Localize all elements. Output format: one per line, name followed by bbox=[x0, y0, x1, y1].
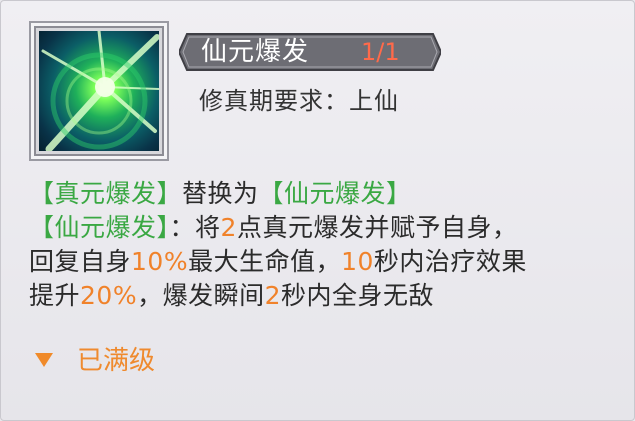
description-text: 回复自身 bbox=[29, 247, 132, 276]
skill-tag: 【仙元爆发】 bbox=[29, 213, 170, 242]
triangle-down-icon bbox=[35, 352, 53, 367]
max-level-status[interactable]: 已满级 bbox=[35, 343, 155, 379]
skill-icon-frame[interactable] bbox=[29, 21, 169, 161]
description-text: 秒内全身无敌 bbox=[281, 281, 435, 310]
description-line: 回复自身10%最大生命值，10秒内治疗效果 bbox=[29, 245, 619, 279]
description-text: 最大生命值， bbox=[188, 247, 342, 276]
new-skill-tag: 【仙元爆发】 bbox=[258, 179, 412, 208]
highlight-value: 10% bbox=[131, 247, 189, 276]
highlight-value: 2 bbox=[264, 281, 282, 310]
description-text: ，爆发瞬间 bbox=[137, 281, 265, 310]
cultivation-requirement: 修真期要求：上仙 bbox=[199, 87, 399, 115]
max-level-label: 已满级 bbox=[77, 346, 156, 376]
description-line: 【真元爆发】替换为【仙元爆发】 bbox=[29, 177, 619, 211]
old-skill-tag: 【真元爆发】 bbox=[29, 179, 183, 208]
skill-name: 仙元爆发 bbox=[201, 37, 310, 67]
description-line: 提升20%，爆发瞬间2秒内全身无敌 bbox=[29, 279, 619, 313]
highlight-value: 10 bbox=[341, 247, 374, 276]
green-energy-burst-skill-icon bbox=[39, 31, 159, 151]
highlight-value: 20% bbox=[80, 281, 138, 310]
description-text: ：将 bbox=[169, 213, 221, 242]
skill-tooltip-panel: 仙元爆发 1/1 修真期要求：上仙 【真元爆发】替换为【仙元爆发】 【仙元爆发】… bbox=[0, 0, 635, 421]
skill-level: 1/1 bbox=[361, 38, 400, 66]
description-text: 秒内治疗效果 bbox=[373, 247, 527, 276]
highlight-value: 2 bbox=[220, 213, 237, 242]
replace-text: 替换为 bbox=[182, 179, 259, 208]
skill-description: 【真元爆发】替换为【仙元爆发】 【仙元爆发】：将2点真元爆发并赋予自身， 回复自… bbox=[29, 177, 619, 313]
description-line: 【仙元爆发】：将2点真元爆发并赋予自身， bbox=[29, 211, 619, 245]
description-text: 点真元爆发并赋予自身， bbox=[236, 213, 518, 242]
description-text: 提升 bbox=[29, 281, 81, 310]
